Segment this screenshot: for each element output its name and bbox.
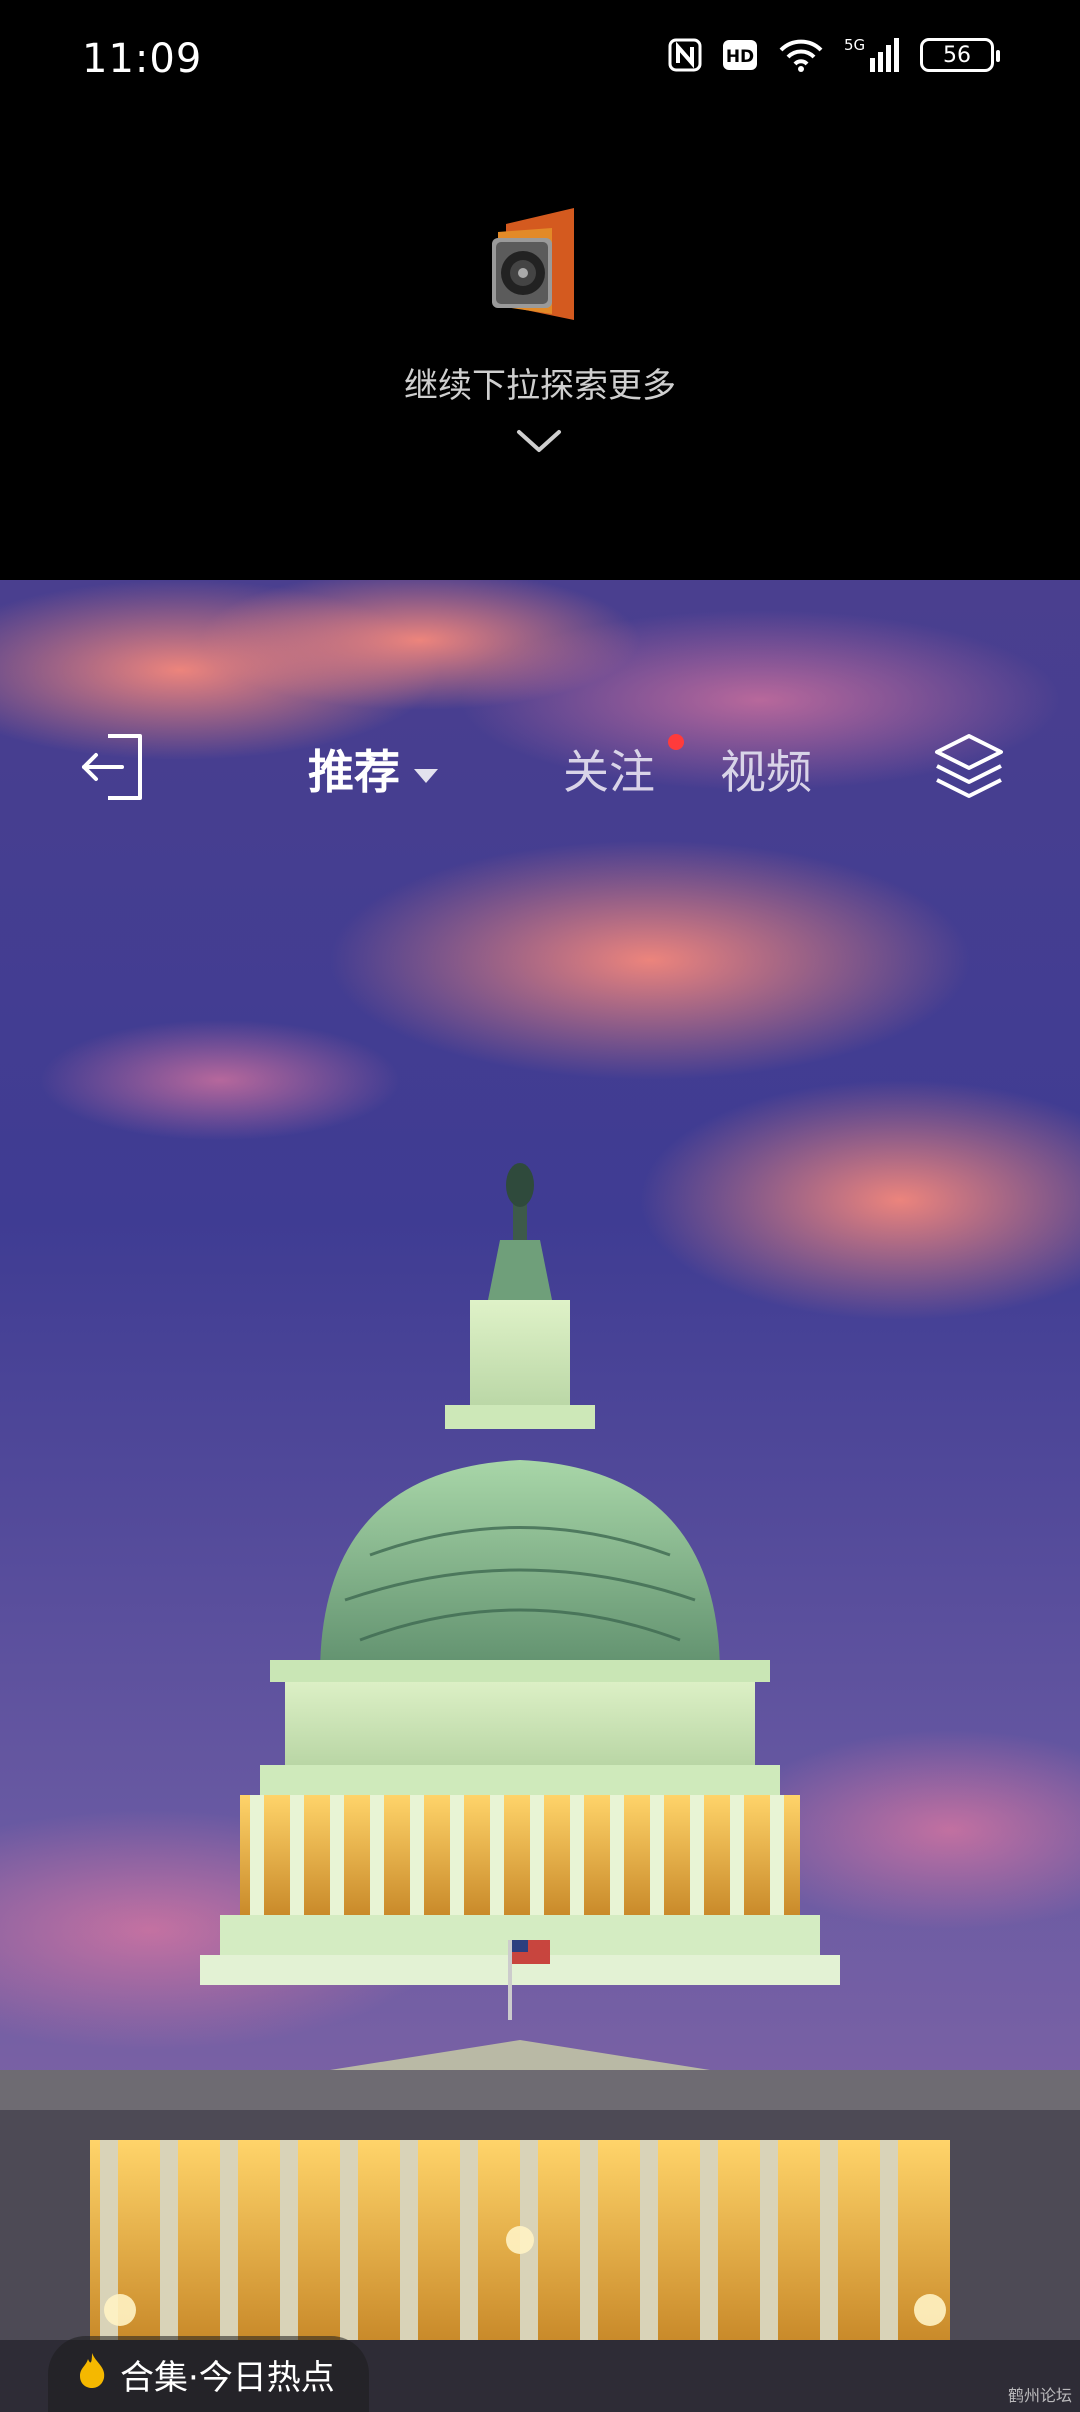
speaker-logo-icon [490, 202, 590, 332]
nfc-icon [668, 38, 702, 72]
battery-level: 56 [943, 42, 971, 68]
notification-dot [668, 734, 684, 750]
watermark: 鹤州论坛 [1007, 2386, 1072, 2405]
chevron-down-icon [515, 428, 563, 460]
status-icons: HD 5G 56 [668, 36, 1000, 74]
svg-text:5G: 5G [844, 36, 865, 54]
exit-icon[interactable] [80, 730, 150, 804]
signal-icon: 5G [844, 36, 900, 74]
layers-icon[interactable] [933, 730, 1005, 804]
caret-down-icon [414, 768, 438, 783]
top-nav: 推荐 关注 视频 [0, 720, 1080, 820]
tab-video[interactable]: 视频 [720, 736, 812, 802]
status-bar: 11:09 HD 5G 56 [0, 0, 1080, 120]
collection-label: 合集·今日热点 [120, 2357, 335, 2398]
flame-icon [76, 2351, 108, 2398]
tab-recommend-label: 推荐 [308, 745, 400, 799]
tab-recommend[interactable]: 推荐 [308, 736, 438, 802]
hero-image[interactable] [0, 580, 1080, 2412]
tab-follow[interactable]: 关注 [563, 736, 655, 802]
pull-down-hint: 继续下拉探索更多 [404, 366, 676, 406]
pull-down-area[interactable]: 继续下拉探索更多 [0, 120, 1080, 580]
wifi-icon [778, 37, 824, 73]
collection-chip[interactable]: 合集·今日热点 [48, 2336, 369, 2412]
status-time: 11:09 [82, 36, 203, 82]
svg-text:HD: HD [726, 47, 754, 67]
hd-icon: HD [722, 38, 758, 72]
battery-icon: 56 [920, 38, 1000, 72]
